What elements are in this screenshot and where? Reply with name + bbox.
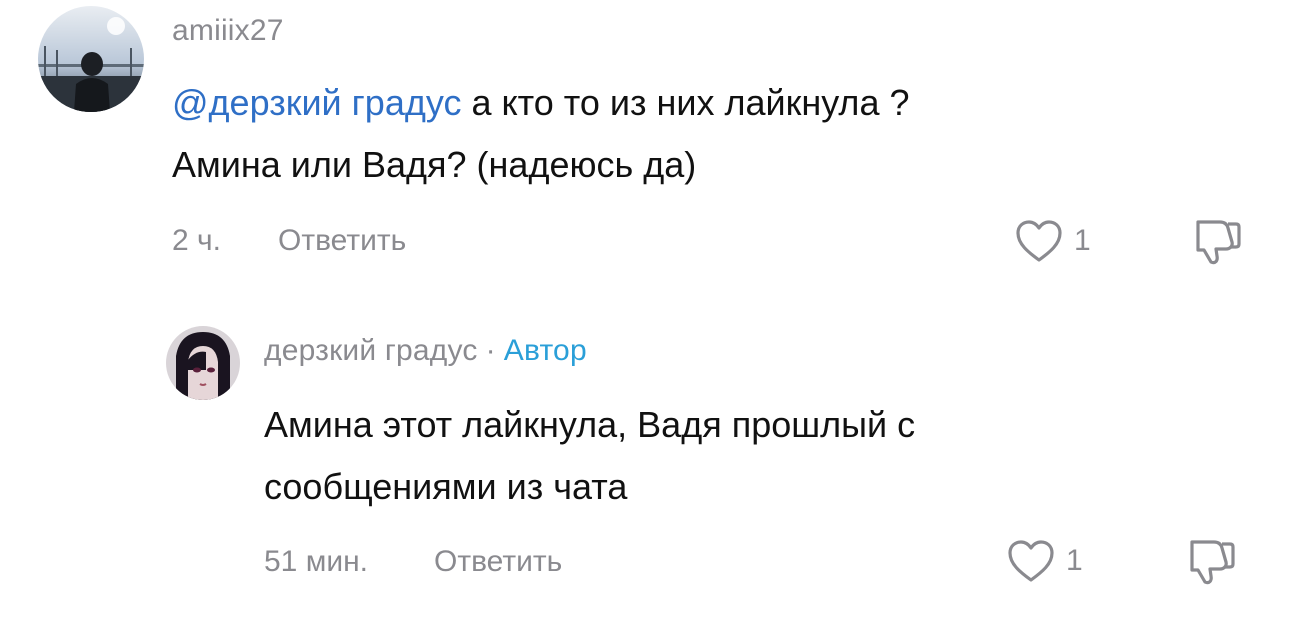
thumbs-down-icon bbox=[1186, 534, 1236, 586]
like-count: 1 bbox=[1066, 544, 1083, 577]
avatar[interactable] bbox=[166, 326, 240, 400]
like-button[interactable]: 1 bbox=[1006, 538, 1083, 584]
heart-icon bbox=[1014, 218, 1064, 264]
dislike-button[interactable] bbox=[1192, 214, 1242, 271]
mention-link[interactable]: @дерзкий градус bbox=[172, 82, 461, 123]
reply-button[interactable]: Ответить bbox=[434, 545, 562, 579]
comment-text: @дерзкий градус а кто то из них лайкнула… bbox=[172, 72, 1172, 196]
comment-text-line: Амина этот лайкнула, Вадя прошлый с bbox=[264, 404, 916, 445]
comment-username[interactable]: amiiix27 bbox=[172, 14, 284, 48]
comment-text: Амина этот лайкнула, Вадя прошлый с сооб… bbox=[264, 394, 1224, 518]
dislike-button[interactable] bbox=[1186, 534, 1236, 591]
like-count: 1 bbox=[1074, 224, 1091, 257]
thumbs-down-icon bbox=[1192, 214, 1242, 266]
avatar-photo bbox=[166, 326, 240, 400]
comment-text-line: Амина или Вадя? (надеюсь да) bbox=[172, 144, 697, 185]
comment-text-line: сообщениями из чата bbox=[264, 466, 628, 507]
reply-button[interactable]: Ответить bbox=[278, 224, 406, 258]
comment-username-row: дерзкий градус · Автор bbox=[264, 334, 587, 368]
author-badge: Автор bbox=[503, 334, 587, 367]
heart-icon bbox=[1006, 538, 1056, 584]
avatar-photo bbox=[38, 6, 144, 112]
like-button[interactable]: 1 bbox=[1014, 218, 1091, 264]
comment-username[interactable]: дерзкий градус bbox=[264, 334, 478, 367]
comment-timestamp: 2 ч. bbox=[172, 224, 221, 257]
avatar[interactable] bbox=[38, 6, 144, 112]
comment-text-line: а кто то из них лайкнула ? bbox=[461, 82, 910, 123]
comment-timestamp: 51 мин. bbox=[264, 545, 368, 578]
separator-dot: · bbox=[485, 334, 496, 367]
